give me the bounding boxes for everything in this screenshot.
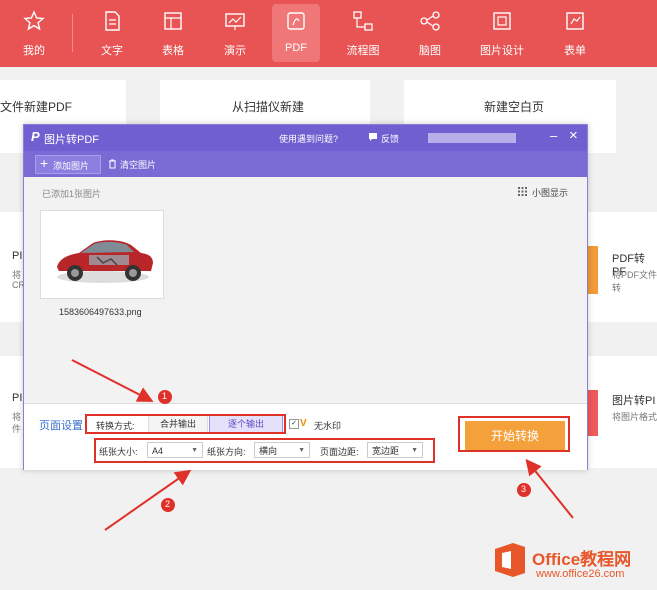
nav-item-mine[interactable]: 我的 <box>4 0 64 67</box>
nav-label: 表格 <box>162 45 184 57</box>
nav-label: 我的 <box>23 45 45 57</box>
image-filename: 1583606497633.png <box>59 307 142 317</box>
grid-view-icon <box>518 187 527 196</box>
view-mode-toggle[interactable]: 小图显示 <box>532 186 568 199</box>
nav-label: 脑图 <box>419 45 441 57</box>
account-name-redacted <box>428 133 516 143</box>
image-list-area: 已添加1张图片 小图显示 1583606497633.png <box>24 177 587 403</box>
annotation-box-start-button <box>458 416 570 452</box>
page-settings-label: 页面设置 <box>39 420 83 432</box>
star-icon <box>23 10 45 31</box>
arrow-3 <box>525 458 574 519</box>
car-image <box>57 240 153 283</box>
card-label: 新建空白页 <box>484 100 545 114</box>
nav-item-mindmap[interactable]: 脑图 <box>400 0 460 67</box>
nav-label: PDF <box>285 42 307 54</box>
tool-title[interactable]: 图片转PI <box>612 392 655 408</box>
flowchart-icon <box>353 11 373 31</box>
mindmap-icon <box>420 11 440 31</box>
add-images-button[interactable]: + 添加图片 <box>35 155 101 174</box>
nav-label: 图片设计 <box>480 45 524 57</box>
nav-item-presentation[interactable]: 演示 <box>205 0 265 67</box>
nav-divider <box>72 14 73 52</box>
plus-icon: + <box>40 155 49 171</box>
document-icon <box>105 11 120 31</box>
no-watermark-checkbox[interactable]: ✓ <box>289 419 299 429</box>
dialog-titlebar: P 图片转PDF 使用遇到问题? 反馈 – × <box>24 125 587 151</box>
watermark-brand: Office教程网 <box>532 550 632 569</box>
nav-item-pdf[interactable]: PDF <box>272 4 320 62</box>
nav-item-sheet[interactable]: 表格 <box>143 0 203 67</box>
nav-item-text[interactable]: 文字 <box>82 0 142 67</box>
pdf-icon <box>287 12 305 30</box>
arrow-2 <box>104 469 192 531</box>
feedback-icon <box>369 133 377 141</box>
tool-title: PI <box>12 250 23 262</box>
vip-icon: V <box>300 418 307 429</box>
trash-icon <box>109 159 116 169</box>
image-thumbnail[interactable] <box>40 210 164 299</box>
marker-1-label: 1 <box>162 391 168 401</box>
tool-desc: 件 <box>12 424 22 434</box>
card-label: 文件新建PDF <box>0 100 73 114</box>
help-link[interactable]: 使用遇到问题? <box>279 132 338 145</box>
nav-item-image-design[interactable]: 图片设计 <box>472 0 532 67</box>
minimize-button[interactable]: – <box>550 128 557 143</box>
annotation-box-paper-settings <box>94 438 435 463</box>
feedback-link[interactable]: 反馈 <box>381 132 399 145</box>
no-watermark-label: 无水印 <box>314 421 342 431</box>
nav-item-form[interactable]: 表单 <box>545 0 605 67</box>
nav-item-flowchart[interactable]: 流程图 <box>333 0 393 67</box>
tool-desc: 将PDF文件转 <box>612 270 657 293</box>
nav-label: 流程图 <box>346 45 380 57</box>
dialog-title: 图片转PDF <box>44 134 99 146</box>
presentation-icon <box>225 13 245 30</box>
tool-desc: 将图片格式 <box>612 412 657 422</box>
dialog-toolbar: + 添加图片 清空图片 <box>24 151 587 177</box>
app-logo-icon: P <box>31 129 40 144</box>
added-count: 已添加1张图片 <box>42 189 102 199</box>
image-design-icon <box>493 12 511 30</box>
table-icon <box>164 12 182 30</box>
office-logo-icon <box>495 543 525 577</box>
card-label: 从扫描仪新建 <box>232 100 305 114</box>
marker-3-label: 3 <box>521 484 527 494</box>
annotation-box-convert-mode <box>85 414 286 434</box>
clear-images-button[interactable]: 清空图片 <box>120 158 156 171</box>
close-button[interactable]: × <box>569 127 578 144</box>
nav-label: 表单 <box>564 45 586 57</box>
tool-title: PI <box>12 392 23 404</box>
form-icon <box>566 12 584 30</box>
nav-label: 文字 <box>101 45 123 57</box>
top-nav: 我的 文字 表格 演示 PDF 流程图 脑图 图片设计 表单 <box>0 0 657 67</box>
add-images-label: 添加图片 <box>53 161 90 171</box>
marker-2-label: 2 <box>165 499 171 509</box>
watermark-url: www.office26.com <box>536 568 625 580</box>
nav-label: 演示 <box>224 45 246 57</box>
